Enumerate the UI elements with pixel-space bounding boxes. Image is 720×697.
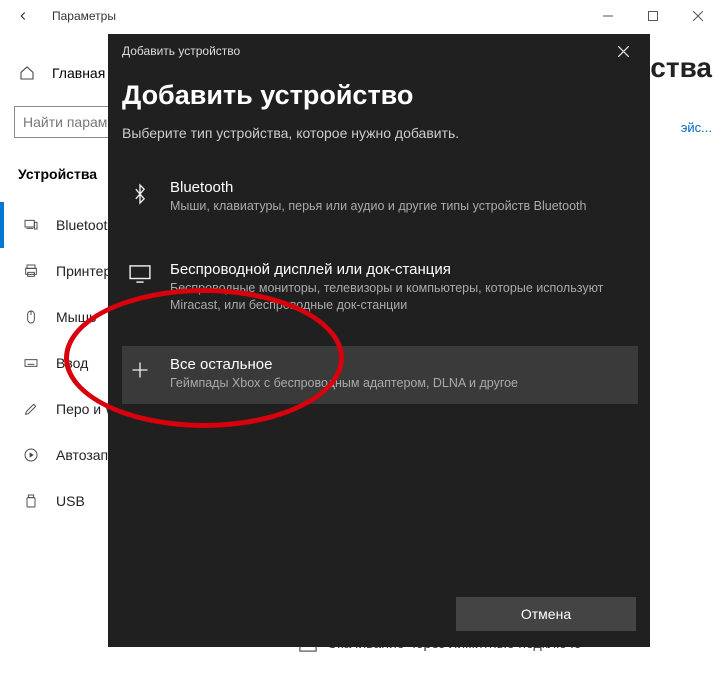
printer-icon <box>22 263 40 279</box>
dialog-titlebar-text: Добавить устройство <box>122 44 240 58</box>
option-desc: Беспроводные мониторы, телевизоры и комп… <box>170 280 630 314</box>
option-everything-else[interactable]: Все остальное Геймпады Xbox с беспроводн… <box>122 346 638 404</box>
nav-label: Ввод <box>56 355 88 371</box>
option-desc: Мыши, клавиатуры, перья или аудио и друг… <box>170 198 630 215</box>
back-icon[interactable] <box>10 9 36 23</box>
option-wireless-display[interactable]: Беспроводной дисплей или док-станция Бес… <box>122 251 638 326</box>
option-title: Все остальное <box>170 356 630 373</box>
cancel-label: Отмена <box>521 606 571 622</box>
option-bluetooth[interactable]: Bluetooth Мыши, клавиатуры, перья или ау… <box>122 169 638 227</box>
dialog-close-button[interactable] <box>608 36 638 66</box>
mouse-icon <box>22 309 40 325</box>
devices-icon <box>22 217 40 233</box>
cancel-button[interactable]: Отмена <box>456 597 636 631</box>
titlebar: Параметры <box>0 0 720 32</box>
pen-icon <box>22 401 40 417</box>
close-button[interactable] <box>675 0 720 32</box>
dialog-subtitle: Выберите тип устройства, которое нужно д… <box>122 125 638 141</box>
keyboard-icon <box>22 355 40 371</box>
maximize-button[interactable] <box>630 0 675 32</box>
home-label: Главная <box>52 65 105 81</box>
nav-label: Мышь <box>56 309 96 325</box>
display-icon <box>126 261 154 283</box>
dialog-heading: Добавить устройство <box>122 80 638 111</box>
dialog-titlebar: Добавить устройство <box>108 34 650 68</box>
bluetooth-icon <box>126 179 154 205</box>
add-device-dialog: Добавить устройство Добавить устройство … <box>108 34 650 647</box>
option-desc: Геймпады Xbox с беспроводным адаптером, … <box>170 375 630 392</box>
autoplay-icon <box>22 447 40 463</box>
option-title: Bluetooth <box>170 179 630 196</box>
usb-icon <box>22 493 40 509</box>
plus-icon <box>126 356 154 380</box>
nav-label: USB <box>56 493 85 509</box>
dialog-footer: Отмена <box>108 585 650 647</box>
dialog-body: Добавить устройство Выберите тип устройс… <box>108 68 650 585</box>
home-icon <box>18 65 36 81</box>
option-title: Беспроводной дисплей или док-станция <box>170 261 630 278</box>
minimize-button[interactable] <box>585 0 630 32</box>
nav-label: Bluetooth <box>56 217 115 233</box>
window-title: Параметры <box>52 9 116 23</box>
nav-label: Автозапу <box>56 447 115 463</box>
search-placeholder: Найти парам <box>23 114 107 130</box>
